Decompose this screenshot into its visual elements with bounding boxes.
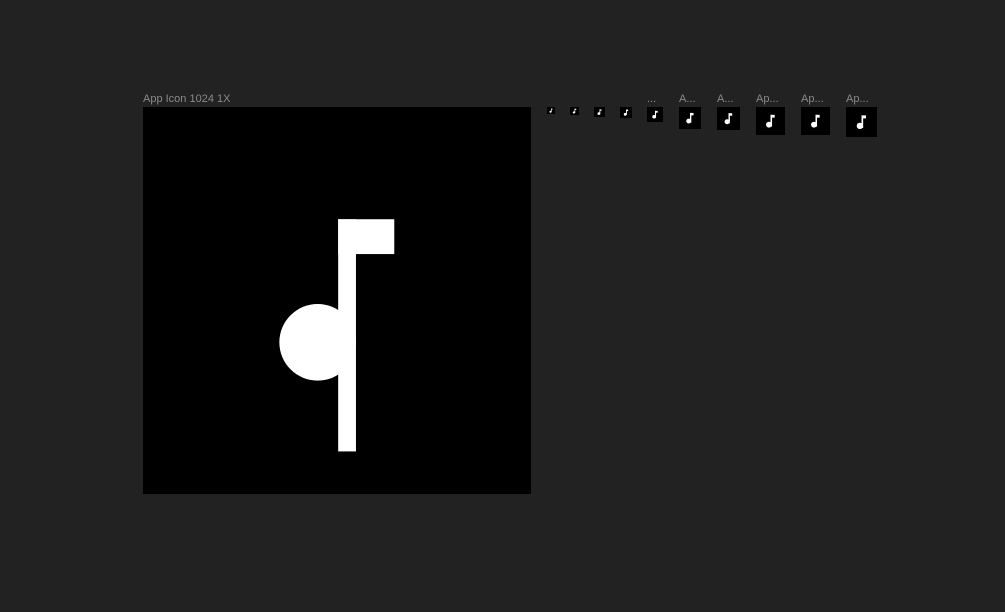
artboard-icon-size-1[interactable]: [547, 107, 555, 114]
artboard-icon-size-4[interactable]: [620, 107, 632, 118]
artboard-icon-size-2[interactable]: [570, 107, 579, 115]
artboard-icon-size-10[interactable]: [846, 107, 877, 137]
music-note-icon: [724, 113, 733, 125]
artboard-label[interactable]: A...: [679, 93, 701, 106]
music-note-icon: [279, 219, 395, 452]
music-note-icon: [623, 109, 629, 116]
music-note-icon: [652, 110, 658, 119]
artboard-icon-size-9[interactable]: [801, 107, 830, 135]
artboard-label[interactable]: App Icon 1024 1X: [143, 93, 230, 106]
artboard-label[interactable]: ...: [647, 93, 663, 106]
artboard-icon-size-5[interactable]: [647, 107, 663, 122]
music-note-icon: [572, 108, 577, 114]
artboard-label[interactable]: Ap...: [801, 93, 830, 106]
music-note-icon: [811, 114, 820, 128]
music-note-icon: [549, 108, 553, 113]
artboard-icon-size-3[interactable]: [594, 107, 605, 117]
music-note-icon: [856, 115, 866, 130]
music-note-icon: [597, 109, 602, 115]
artboard-app-icon-1024[interactable]: [143, 107, 531, 494]
artboard-icon-size-8[interactable]: [756, 107, 785, 135]
artboard-label[interactable]: Ap...: [846, 93, 877, 106]
artboard-label[interactable]: Ap...: [756, 93, 785, 106]
artboard-icon-size-6[interactable]: [679, 107, 701, 129]
music-note-icon: [686, 112, 694, 124]
artboard-label[interactable]: A...: [717, 93, 740, 106]
music-note-icon: [766, 114, 775, 128]
artboard-icon-size-7[interactable]: [717, 107, 740, 130]
